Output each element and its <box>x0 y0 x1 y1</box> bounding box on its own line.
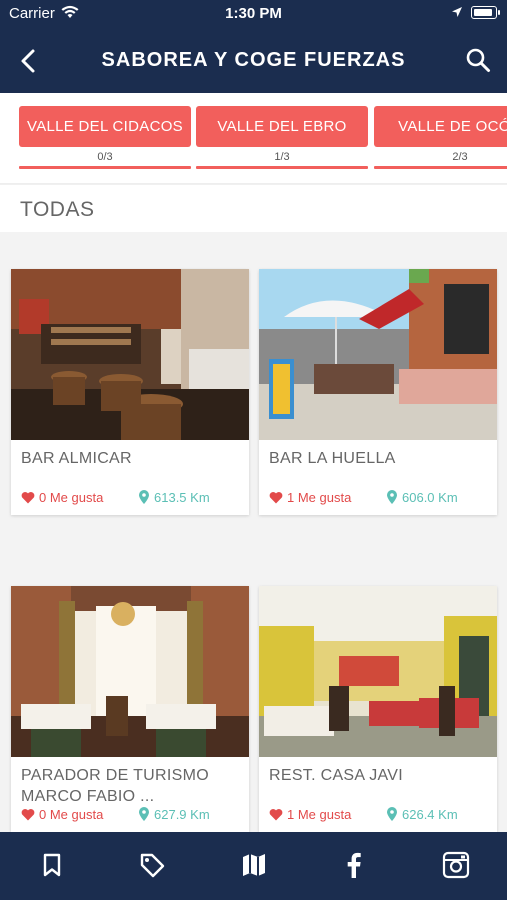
place-name: BAR ALMICAR <box>21 450 132 467</box>
nav-bar: SABOREA Y COGE FUERZAS <box>0 38 507 84</box>
filter-tab-cidacos[interactable]: VALLE DEL CIDACOS 0/3 <box>19 106 191 169</box>
place-card[interactable]: BAR ALMICAR 0 Me gusta 613.5 Km <box>11 269 249 515</box>
distance: 613.5 Km <box>139 490 210 505</box>
location-pin-icon <box>387 807 397 821</box>
battery-icon <box>471 6 500 19</box>
likes-label: 0 Me gusta <box>39 490 104 505</box>
location-pin-icon <box>139 807 149 821</box>
heart-icon <box>21 809 35 821</box>
map-icon[interactable] <box>239 850 269 880</box>
place-photo <box>259 586 497 757</box>
valley-filter-tabs: VALLE DEL CIDACOS 0/3 VALLE DEL EBRO 1/3… <box>0 93 507 184</box>
likes-count[interactable]: 1 Me gusta <box>269 807 351 822</box>
instagram-icon[interactable] <box>441 850 471 880</box>
place-card[interactable]: REST. CASA JAVI 1 Me gusta 626.4 Km <box>259 586 497 832</box>
page-title: SABOREA Y COGE FUERZAS <box>101 49 406 71</box>
filter-tab-label: VALLE DE OCÓN <box>374 106 507 147</box>
likes-label: 1 Me gusta <box>287 490 352 505</box>
filter-tab-underline <box>19 166 191 169</box>
location-arrow-icon <box>452 7 462 17</box>
distance-label: 613.5 Km <box>154 490 210 505</box>
filter-tab-label: VALLE DEL EBRO <box>196 106 368 147</box>
place-meta: 1 Me gusta 626.4 Km <box>259 805 497 832</box>
place-photo <box>259 269 497 440</box>
bottom-tab-bar <box>0 832 507 900</box>
section-title: TODAS <box>20 198 95 221</box>
bookmark-icon[interactable] <box>37 850 67 880</box>
section-header: TODAS <box>0 184 507 232</box>
app-header: Carrier 1:30 PM SABOREA Y COGE FUERZAS <box>0 0 507 93</box>
place-photo <box>11 586 249 757</box>
heart-icon <box>269 492 283 504</box>
location-pin-icon <box>387 490 397 504</box>
place-meta: 0 Me gusta 613.5 Km <box>11 488 249 515</box>
heart-icon <box>21 492 35 504</box>
filter-tab-underline <box>196 166 368 169</box>
tag-icon[interactable] <box>137 850 167 880</box>
distance-label: 606.0 Km <box>402 490 458 505</box>
location-pin-icon <box>139 490 149 504</box>
back-icon[interactable] <box>14 46 44 76</box>
status-time: 1:30 PM <box>225 5 282 22</box>
distance: 627.9 Km <box>139 807 210 822</box>
filter-tab-label: VALLE DEL CIDACOS <box>19 106 191 147</box>
filter-tab-ebro[interactable]: VALLE DEL EBRO 1/3 <box>196 106 368 169</box>
filter-tab-count: 0/3 <box>97 151 113 163</box>
filter-tab-ocon[interactable]: VALLE DE OCÓN 2/3 <box>374 106 507 169</box>
distance: 606.0 Km <box>387 490 458 505</box>
distance: 626.4 Km <box>387 807 458 822</box>
likes-label: 1 Me gusta <box>287 807 352 822</box>
place-name: REST. CASA JAVI <box>269 767 404 784</box>
search-icon[interactable] <box>465 47 491 73</box>
distance-label: 626.4 Km <box>402 807 458 822</box>
likes-count[interactable]: 0 Me gusta <box>21 490 103 505</box>
place-name: BAR LA HUELLA <box>269 450 396 467</box>
place-name: PARADOR DE TURISMO MARCO FABIO ... <box>21 767 209 805</box>
distance-label: 627.9 Km <box>154 807 210 822</box>
facebook-icon[interactable] <box>339 850 369 880</box>
status-bar: Carrier 1:30 PM <box>0 0 507 28</box>
filter-tab-count: 2/3 <box>452 151 468 163</box>
likes-count[interactable]: 1 Me gusta <box>269 490 351 505</box>
likes-label: 0 Me gusta <box>39 807 104 822</box>
place-photo <box>11 269 249 440</box>
likes-count[interactable]: 0 Me gusta <box>21 807 103 822</box>
filter-tab-count: 1/3 <box>274 151 290 163</box>
heart-icon <box>269 809 283 821</box>
place-card[interactable]: BAR LA HUELLA 1 Me gusta 606.0 Km <box>259 269 497 515</box>
place-card[interactable]: PARADOR DE TURISMO MARCO FABIO ... 0 Me … <box>11 586 249 832</box>
filter-tab-underline <box>374 166 507 169</box>
place-meta: 1 Me gusta 606.0 Km <box>259 488 497 515</box>
place-meta: 0 Me gusta 627.9 Km <box>11 805 249 832</box>
places-grid: BAR ALMICAR 0 Me gusta 613.5 Km BAR LA H… <box>0 232 507 832</box>
